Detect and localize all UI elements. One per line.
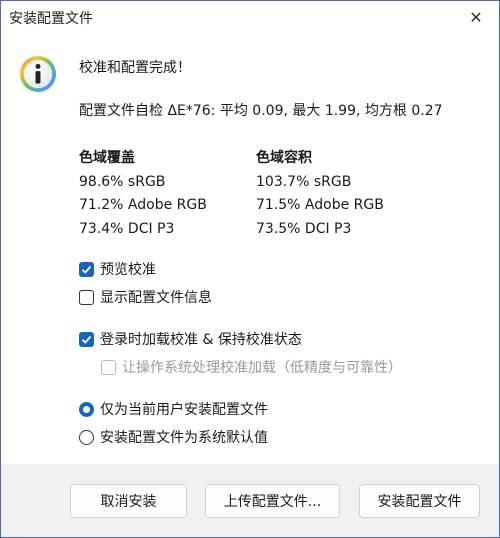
checkbox-unchecked-icon <box>79 289 94 305</box>
gamut-coverage-dci-p3: 73.4% DCI P3 <box>79 220 175 237</box>
cancel-install-button[interactable]: 取消安装 <box>70 484 187 518</box>
gamut-coverage-column: 色域覆盖 98.6% sRGB 71.2% Adobe RGB 73.4% DC… <box>79 147 207 241</box>
os-load-calibration-label: 让操作系统处理校准加载（低精度与可靠性） <box>122 360 402 376</box>
show-profile-info-checkbox[interactable]: 显示配置文件信息 <box>79 287 212 307</box>
gamut-coverage-srgb: 98.6% sRGB <box>79 173 166 190</box>
gamut-coverage-adobe-rgb: 71.2% Adobe RGB <box>79 197 207 213</box>
checkbox-disabled-icon <box>101 359 116 375</box>
gamut-coverage-header: 色域覆盖 <box>79 150 135 166</box>
install-system-default-radio[interactable]: 安装配置文件为系统默认值 <box>79 427 268 447</box>
window-title: 安装配置文件 <box>9 11 93 27</box>
preview-calibration-checkbox[interactable]: 预览校准 <box>79 259 156 279</box>
upload-profile-button[interactable]: 上传配置文件... <box>205 484 340 518</box>
title-bar: 安装配置文件 ✕ <box>1 1 499 33</box>
load-on-login-checkbox[interactable]: 登录时加载校准 & 保持校准状态 <box>79 329 302 349</box>
close-icon: ✕ <box>469 7 483 27</box>
install-current-user-radio[interactable]: 仅为当前用户安装配置文件 <box>79 399 268 419</box>
gamut-volume-header: 色域容积 <box>256 150 312 166</box>
gamut-volume-dci-p3: 73.5% DCI P3 <box>256 220 352 237</box>
install-profile-dialog: 安装配置文件 ✕ 校准和配置完成！ 配置文件自检 ΔE*76: 平均 0.09,… <box>0 0 500 538</box>
show-profile-info-label: 显示配置文件信息 <box>100 290 212 306</box>
install-system-default-label: 安装配置文件为系统默认值 <box>100 430 268 446</box>
gamut-volume-adobe-rgb: 71.5% Adobe RGB <box>256 197 384 213</box>
install-current-user-label: 仅为当前用户安装配置文件 <box>100 402 268 418</box>
os-load-calibration-checkbox[interactable]: 让操作系统处理校准加载（低精度与可靠性） <box>101 357 402 377</box>
radio-unselected-icon <box>79 429 94 445</box>
gamut-volume-srgb: 103.7% sRGB <box>256 173 352 190</box>
load-on-login-label: 登录时加载校准 & 保持校准状态 <box>100 332 302 348</box>
close-button[interactable]: ✕ <box>453 1 499 33</box>
completion-message: 校准和配置完成！ <box>79 60 191 76</box>
checkbox-checked-icon <box>79 331 94 347</box>
checkbox-checked-icon <box>79 261 94 277</box>
radio-selected-icon <box>79 401 94 417</box>
info-icon <box>19 55 57 93</box>
preview-calibration-label: 预览校准 <box>100 262 156 278</box>
gamut-volume-column: 色域容积 103.7% sRGB 71.5% Adobe RGB 73.5% D… <box>256 147 384 241</box>
install-profile-button[interactable]: 安装配置文件 <box>359 484 480 518</box>
profile-selfcheck-summary: 配置文件自检 ΔE*76: 平均 0.09, 最大 1.99, 均方根 0.27 <box>79 103 443 119</box>
